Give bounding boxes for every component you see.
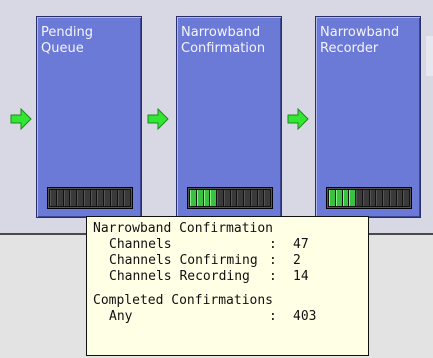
- meter-segment: [230, 190, 237, 206]
- stage-title: Narrowband Confirmation: [181, 25, 266, 56]
- stage-pending-queue[interactable]: Pending Queue: [36, 16, 142, 218]
- meter-segment: [190, 190, 196, 206]
- flow-arrow-icon: [147, 108, 169, 130]
- meter-segment: [117, 190, 124, 206]
- stage-narrowband-confirmation[interactable]: Narrowband Confirmation: [176, 16, 282, 218]
- meter-segment: [356, 190, 362, 206]
- meter-segment: [362, 190, 369, 206]
- meter-segment: [50, 190, 56, 206]
- stage-title: Pending Queue: [41, 25, 93, 56]
- row-label: Channels: [109, 237, 172, 252]
- meter-segment: [110, 190, 117, 206]
- meter-segment: [77, 190, 83, 206]
- meter-segment: [196, 190, 203, 206]
- stage-activity-meter: [187, 187, 273, 209]
- stage-tooltip: Narrowband Confirmation Channels:47 Chan…: [86, 216, 369, 356]
- stage-narrowband-recorder[interactable]: Narrowband Recorder: [315, 16, 421, 218]
- meter-segment: [369, 190, 376, 206]
- pipeline-panel: Pending Queue Narrowband Confirmation Na…: [0, 0, 433, 233]
- meter-segment: [342, 190, 349, 206]
- meter-segment: [349, 190, 355, 206]
- meter-segment: [124, 190, 130, 206]
- meter-segment: [210, 190, 216, 206]
- meter-segment: [237, 190, 243, 206]
- meter-segment: [244, 190, 250, 206]
- flow-arrow-icon: [287, 108, 309, 130]
- row-label: Channels Recording: [109, 269, 250, 284]
- meter-segment: [383, 190, 389, 206]
- meter-segment: [63, 190, 70, 206]
- meter-segment: [396, 190, 403, 206]
- meter-segment: [90, 190, 97, 206]
- meter-segment: [70, 190, 76, 206]
- meter-segment: [83, 190, 90, 206]
- row-value: 14: [293, 269, 309, 284]
- panel-edge: [426, 36, 433, 76]
- meter-segment: [257, 190, 264, 206]
- row-label: Any: [109, 309, 133, 324]
- meter-segment: [203, 190, 210, 206]
- meter-segment: [250, 190, 257, 206]
- stage-activity-meter: [326, 187, 412, 209]
- meter-segment: [403, 190, 409, 206]
- row-value: 47: [293, 237, 309, 252]
- stage-activity-meter: [47, 187, 133, 209]
- flow-arrow-icon: [10, 108, 32, 130]
- meter-segment: [264, 190, 270, 206]
- tooltip-row-channels: Channels:47: [109, 237, 309, 252]
- meter-segment: [223, 190, 230, 206]
- tooltip-section-title: Completed Confirmations: [93, 293, 274, 308]
- meter-segment: [376, 190, 382, 206]
- tooltip-row-any: Any:403: [109, 309, 317, 324]
- meter-segment: [56, 190, 63, 206]
- row-label: Channels Confirming: [109, 253, 258, 268]
- meter-segment: [217, 190, 223, 206]
- meter-segment: [335, 190, 342, 206]
- tooltip-row-channels-recording: Channels Recording:14: [109, 269, 309, 284]
- meter-segment: [104, 190, 110, 206]
- tooltip-row-channels-confirming: Channels Confirming:2: [109, 253, 301, 268]
- tooltip-title: Narrowband Confirmation: [93, 221, 274, 236]
- row-value: 403: [293, 309, 317, 324]
- stage-title: Narrowband Recorder: [320, 25, 400, 56]
- row-value: 2: [293, 253, 301, 268]
- meter-segment: [389, 190, 396, 206]
- meter-segment: [97, 190, 103, 206]
- meter-segment: [329, 190, 335, 206]
